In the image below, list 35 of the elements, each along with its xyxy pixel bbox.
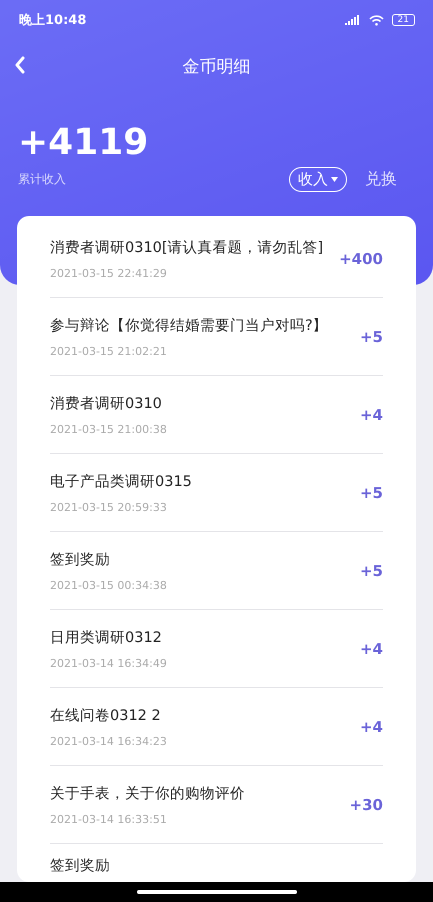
record-title: 关于手表，关于你的购物评价: [50, 784, 246, 802]
record-title: 消费者调研0310[请认真看题，请勿乱答]: [50, 238, 324, 256]
record-title: 电子产品类调研0315: [50, 472, 193, 490]
record-amount: +4: [360, 640, 383, 658]
record-date: 2021-03-15 20:59:33: [50, 500, 168, 514]
record-date: 2021-03-14 16:34:23: [50, 734, 168, 748]
record-title: 签到奖励: [50, 550, 111, 568]
record-amount: +4: [360, 406, 383, 424]
record-title: 消费者调研0310: [50, 394, 163, 412]
wifi-icon: [368, 14, 384, 26]
battery-icon: 21: [392, 14, 415, 26]
total-amount: +4119: [18, 122, 150, 163]
record-date: 2021-03-15 22:41:29: [50, 266, 168, 280]
record-title: 在线问卷0312 2: [50, 706, 162, 724]
record-date: 2021-03-15 00:34:38: [50, 578, 168, 592]
record-amount: +4: [360, 718, 383, 736]
record-date: 2021-03-15 21:02:21: [50, 344, 168, 358]
caret-icon: [331, 177, 338, 182]
record-title: 参与辩论【你觉得结婚需要门当户对吗?】: [50, 316, 329, 334]
signal-icon: [344, 15, 361, 25]
page-title: 金币明细: [182, 56, 250, 78]
record-date: 2021-03-14 16:34:49: [50, 656, 168, 670]
status-time: 晚上10:48: [19, 12, 86, 29]
record-amount: +30: [350, 796, 383, 814]
record-amount: +400: [339, 250, 383, 268]
record-title: 日用类调研0312: [50, 628, 163, 646]
exchange-button[interactable]: 兑换: [365, 169, 397, 190]
filter-dropdown[interactable]: 收入: [289, 167, 347, 192]
record-date: 2021-03-15 21:00:38: [50, 422, 168, 436]
record-amount: +5: [360, 328, 383, 346]
record-amount: +5: [360, 562, 383, 580]
record-amount: +5: [360, 484, 383, 502]
total-label: 累计收入: [18, 171, 67, 188]
record-date: 2021-03-14 16:33:51: [50, 812, 168, 826]
record-title: 签到奖励: [50, 857, 111, 875]
